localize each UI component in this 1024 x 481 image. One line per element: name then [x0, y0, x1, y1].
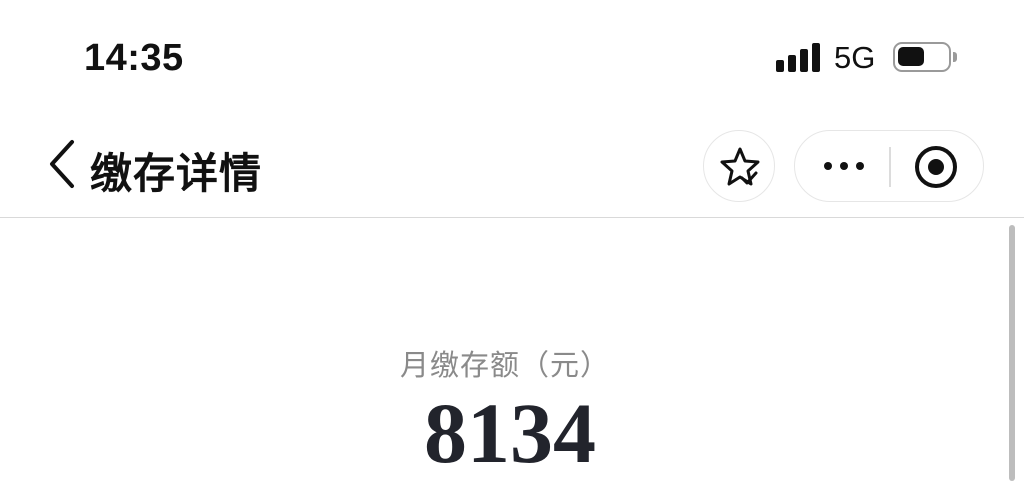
monthly-deposit-label: 月缴存额（元） — [399, 350, 610, 382]
status-bar: 14:35 5G — [0, 0, 1024, 110]
monthly-deposit-amount: 8134 — [424, 385, 596, 481]
content-area: 月缴存额（元） 8134 — [0, 220, 1024, 481]
target-close-icon — [915, 146, 957, 188]
more-dots-icon — [824, 162, 864, 170]
nav-bar: 缴存详情 — [0, 110, 1024, 218]
status-time: 14:35 — [84, 37, 184, 79]
favorite-button[interactable] — [703, 130, 775, 202]
battery-cap — [953, 52, 957, 62]
battery-level-fill — [898, 47, 924, 66]
close-button[interactable] — [891, 131, 983, 201]
network-type-label: 5G — [834, 40, 876, 75]
battery-icon — [893, 42, 951, 72]
back-button[interactable] — [40, 138, 84, 190]
page-title: 缴存详情 — [90, 150, 263, 197]
mini-program-capsule — [794, 130, 984, 202]
star-check-icon — [720, 147, 760, 186]
signal-icon — [776, 43, 822, 72]
phone-screen: 14:35 5G 缴存详情 月缴存额（元） 8134 — [0, 0, 1024, 481]
scrollbar[interactable] — [1009, 225, 1015, 481]
chevron-left-icon — [50, 140, 74, 188]
more-button[interactable] — [795, 131, 889, 201]
